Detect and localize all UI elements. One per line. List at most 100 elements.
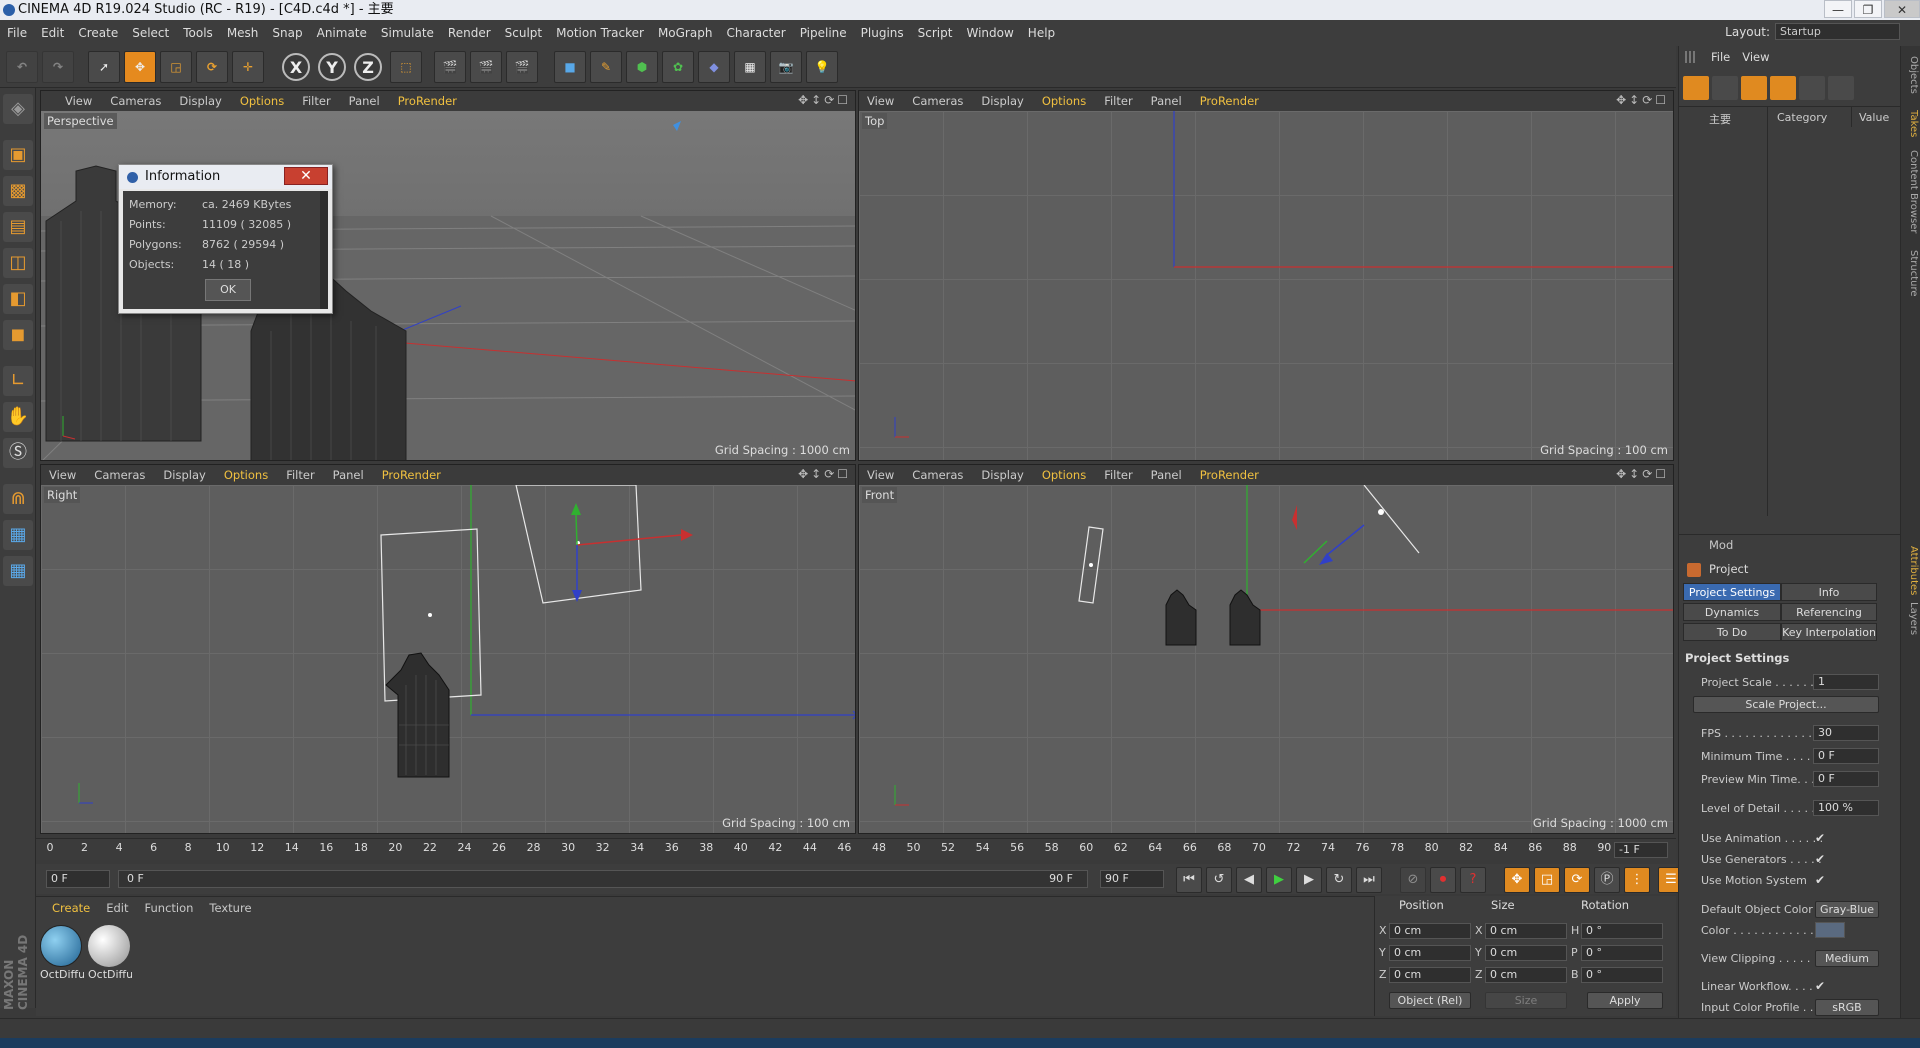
menu-file[interactable]: File <box>0 20 34 46</box>
mat-menu-function[interactable]: Function <box>137 901 202 915</box>
next-frame-icon[interactable]: ▶ <box>1296 867 1322 893</box>
viewport-right[interactable]: View Cameras Display Options Filter Pane… <box>40 464 856 834</box>
render-settings-icon[interactable]: 🎬 <box>506 51 538 83</box>
record-active-icon[interactable]: ⊘ <box>1400 867 1426 893</box>
menu-plugins[interactable]: Plugins <box>854 20 911 46</box>
render-view-icon[interactable]: 🎬 <box>434 51 466 83</box>
take-override-icon[interactable] <box>1741 76 1767 100</box>
pen-spline-icon[interactable]: ✎ <box>590 51 622 83</box>
viewport-canvas[interactable]: Front Grid Spacing : 1000 cm <box>859 485 1673 833</box>
rotation-p-field[interactable]: 0 ° <box>1581 945 1663 961</box>
viewport-nav-icons[interactable]: ✥↕⟳☐ <box>798 467 851 481</box>
light-icon[interactable]: 💡 <box>806 51 838 83</box>
close-button[interactable]: ✕ <box>1884 0 1920 18</box>
cube-object-icon[interactable]: ■ <box>554 51 586 83</box>
project-scale-field[interactable]: 1 <box>1813 674 1879 690</box>
tab-layers[interactable]: Layers <box>1903 602 1919 635</box>
tab-to-do[interactable]: To Do <box>1683 623 1781 641</box>
menu-create[interactable]: Create <box>71 20 125 46</box>
move-tool-icon[interactable]: ✥ <box>124 51 156 83</box>
size-z-field[interactable]: 0 cm <box>1485 967 1567 983</box>
vp-menu-options[interactable]: Options <box>1033 468 1095 482</box>
layout-select[interactable]: Startup <box>1775 23 1900 40</box>
scale-project-button[interactable]: Scale Project... <box>1693 696 1879 713</box>
vp-menu-filter[interactable]: Filter <box>1095 468 1141 482</box>
y-axis-lock-button[interactable]: Y <box>318 53 346 81</box>
category-column-header[interactable]: Category <box>1777 111 1827 124</box>
start-frame-field[interactable]: 0 F <box>46 870 110 888</box>
next-key-icon[interactable]: ↻ <box>1326 867 1352 893</box>
tweak-mode-icon[interactable]: ✋ <box>3 402 33 432</box>
linear-workflow-checkbox[interactable]: ✔ <box>1815 980 1827 992</box>
render-picture-viewer-icon[interactable]: 🎬 <box>470 51 502 83</box>
menu-help[interactable]: Help <box>1021 20 1062 46</box>
fps-field[interactable]: 30 <box>1813 725 1879 741</box>
attr-mode-menu[interactable]: Mod <box>1709 538 1733 552</box>
viewport-front[interactable]: View Cameras Display Options Filter Pane… <box>858 464 1674 834</box>
viewport-canvas[interactable]: Right Grid Spacing : 100 cm <box>41 485 855 833</box>
mat-menu-create[interactable]: Create <box>44 901 98 915</box>
vp-menu-options[interactable]: Options <box>231 94 293 108</box>
vp-menu-view[interactable]: View <box>859 94 903 108</box>
workplane-lock-icon[interactable]: ▦ <box>3 520 33 550</box>
tab-objects[interactable]: Objects <box>1903 56 1919 94</box>
z-axis-lock-button[interactable]: Z <box>354 53 382 81</box>
vp-menu-prorender[interactable]: ProRender <box>1191 468 1268 482</box>
position-z-field[interactable]: 0 cm <box>1389 967 1471 983</box>
magnet-icon[interactable]: ⋒ <box>3 484 33 514</box>
rotation-h-field[interactable]: 0 ° <box>1581 923 1663 939</box>
vp-menu-panel[interactable]: Panel <box>1142 468 1191 482</box>
position-y-field[interactable]: 0 cm <box>1389 945 1471 961</box>
camera-icon[interactable]: 📷 <box>770 51 802 83</box>
scale-tool-icon[interactable]: ◲ <box>160 51 192 83</box>
x-axis-lock-button[interactable]: X <box>282 53 310 81</box>
end-frame-field[interactable]: 90 F <box>1100 870 1164 888</box>
rotation-b-field[interactable]: 0 ° <box>1581 967 1663 983</box>
take-lock-icon[interactable] <box>1828 76 1854 100</box>
vp-menu-options[interactable]: Options <box>1033 94 1095 108</box>
vp-menu-cameras[interactable]: Cameras <box>903 94 972 108</box>
size-x-field[interactable]: 0 cm <box>1485 923 1567 939</box>
minimize-button[interactable]: — <box>1824 0 1852 18</box>
menu-script[interactable]: Script <box>911 20 960 46</box>
size-y-field[interactable]: 0 cm <box>1485 945 1567 961</box>
rotate-tool-icon[interactable]: ⟳ <box>196 51 228 83</box>
cloner-icon[interactable]: ✿ <box>662 51 694 83</box>
take-clone-icon[interactable] <box>1712 76 1738 100</box>
tab-info[interactable]: Info <box>1781 583 1877 601</box>
keyframe-selection-icon[interactable]: ? <box>1460 867 1486 893</box>
apply-button[interactable]: Apply <box>1587 992 1663 1009</box>
vp-menu-prorender[interactable]: ProRender <box>1191 94 1268 108</box>
axis-mode-icon[interactable]: ∟ <box>3 366 33 396</box>
obj-menu-file[interactable]: File <box>1705 50 1736 64</box>
model-mode-icon[interactable]: ▣ <box>3 140 33 170</box>
vp-menu-cameras[interactable]: Cameras <box>903 468 972 482</box>
coordinate-system-icon[interactable]: ⬚ <box>390 51 422 83</box>
position-x-field[interactable]: 0 cm <box>1389 923 1471 939</box>
object-list[interactable]: 主要 Category Value <box>1679 106 1901 516</box>
workplane-mode-icon[interactable]: ▤ <box>3 212 33 242</box>
current-frame-field[interactable]: -1 F <box>1614 842 1668 858</box>
menu-render[interactable]: Render <box>441 20 498 46</box>
vp-menu-panel[interactable]: Panel <box>1142 94 1191 108</box>
vp-menu-panel[interactable]: Panel <box>340 94 389 108</box>
vp-menu-display[interactable]: Display <box>170 94 230 108</box>
timeline-ruler[interactable]: 0 2 4 6 8 10 12 14 16 18 20 22 24 26 28 30 32 34 36 38 40 42 4… <box>36 838 1676 860</box>
menu-motion-tracker[interactable]: Motion Tracker <box>549 20 651 46</box>
vp-menu-view[interactable]: View <box>41 94 101 108</box>
dialog-close-button[interactable]: ✕ <box>284 167 328 185</box>
make-editable-icon[interactable]: ◈ <box>3 94 33 124</box>
menu-select[interactable]: Select <box>125 20 176 46</box>
tab-key-interpolation[interactable]: Key Interpolation <box>1781 623 1877 641</box>
rotation-key-icon[interactable]: ⟳ <box>1564 867 1590 893</box>
snap-icon[interactable]: Ⓢ <box>3 438 33 468</box>
redo-icon[interactable]: ↷ <box>42 51 74 83</box>
subdivision-icon[interactable]: ⬢ <box>626 51 658 83</box>
menu-animate[interactable]: Animate <box>310 20 374 46</box>
viewport-nav-icons[interactable]: ✥↕⟳☐ <box>1616 93 1669 107</box>
view-clipping-dropdown[interactable]: Medium <box>1815 950 1879 967</box>
take-auto-icon[interactable] <box>1770 76 1796 100</box>
material-item[interactable]: OctDiffu <box>40 925 84 985</box>
select-tool-icon[interactable]: ➚ <box>88 51 120 83</box>
go-to-end-icon[interactable]: ⏭ <box>1356 867 1382 893</box>
